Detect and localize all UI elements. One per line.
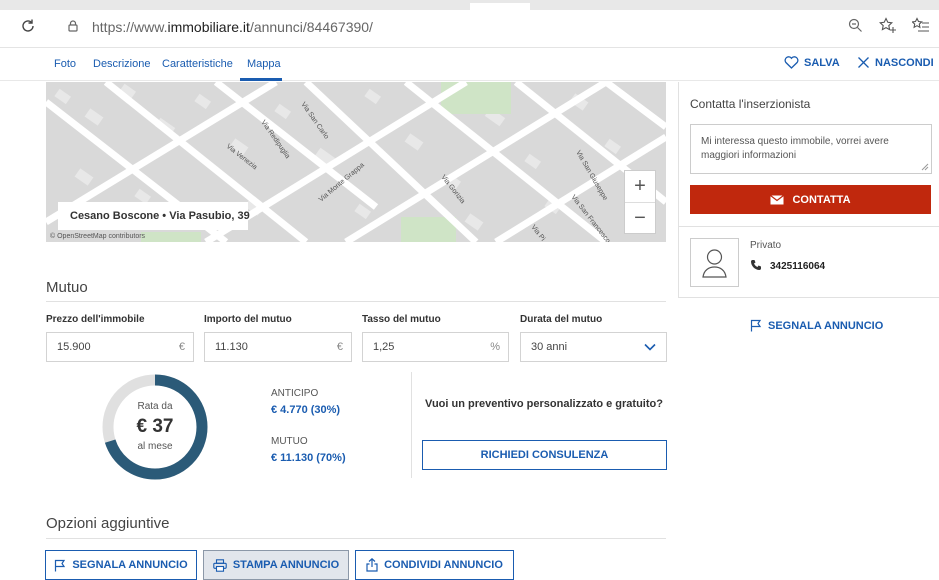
condividi-annuncio-button[interactable]: CONDIVIDI ANNUNCIO xyxy=(355,550,514,580)
mutuo-title: Mutuo xyxy=(46,279,88,296)
nascondi-label: NASCONDI xyxy=(875,56,934,69)
advertiser-role: Privato xyxy=(750,240,782,251)
richiedi-consulenza-button[interactable]: RICHIEDI CONSULENZA xyxy=(422,440,667,470)
contact-divider xyxy=(678,226,939,227)
tab-descrizione[interactable]: Descrizione xyxy=(93,58,150,70)
zoom-in-button[interactable]: + xyxy=(625,171,655,203)
resize-handle-icon xyxy=(921,163,929,171)
message-textarea[interactable]: Mi interessa questo immobile, vorrei ave… xyxy=(690,124,932,174)
prezzo-unit: € xyxy=(178,341,185,353)
tasso-unit: % xyxy=(490,341,500,353)
durata-value: 30 anni xyxy=(531,341,568,353)
share-icon xyxy=(366,558,378,572)
printer-icon xyxy=(213,558,227,572)
importo-unit: € xyxy=(336,341,343,353)
importo-label: Importo del mutuo xyxy=(204,314,292,325)
nascondi-button[interactable]: NASCONDI xyxy=(857,56,934,69)
browser-tab-strip xyxy=(0,0,939,10)
zoom-out-button[interactable]: − xyxy=(625,203,655,234)
prezzo-label: Prezzo dell'immobile xyxy=(46,314,145,325)
favorite-star-icon[interactable] xyxy=(879,17,897,34)
user-icon xyxy=(702,249,727,278)
segnala-annuncio-link[interactable]: SEGNALA ANNUNCIO xyxy=(750,319,883,332)
tab-caratteristiche[interactable]: Caratteristiche xyxy=(162,58,233,70)
segnala-label: SEGNALA ANNUNCIO xyxy=(768,319,884,332)
heart-icon xyxy=(784,56,799,69)
segnala-button-label: SEGNALA ANNUNCIO xyxy=(72,559,188,571)
url-text[interactable]: https://www.immobiliare.it/annunci/84467… xyxy=(92,19,373,35)
anticipo-label: ANTICIPO xyxy=(271,388,319,399)
contatta-button[interactable]: CONTATTA xyxy=(690,185,931,214)
tasso-value: 1,25 xyxy=(373,341,395,353)
contatta-label: CONTATTA xyxy=(792,193,851,206)
envelope-icon xyxy=(770,194,785,204)
opzioni-title: Opzioni aggiuntive xyxy=(46,515,170,532)
tasso-input[interactable]: 1,25 % xyxy=(362,332,509,362)
contact-title: Contatta l'inserzionista xyxy=(690,97,811,111)
condividi-button-label: CONDIVIDI ANNUNCIO xyxy=(384,559,503,571)
favorites-list-icon[interactable] xyxy=(912,17,930,34)
tab-foto[interactable]: Foto xyxy=(54,58,76,70)
mutuo-vertical-divider xyxy=(411,372,412,478)
nav-divider xyxy=(0,80,939,81)
opzioni-divider xyxy=(46,538,666,539)
flag-icon xyxy=(55,559,66,571)
phone-number[interactable]: 3425116064 xyxy=(770,261,825,272)
message-text: Mi interessa questo immobile, vorrei ave… xyxy=(701,136,889,161)
lock-icon[interactable] xyxy=(66,19,80,33)
chevron-down-icon xyxy=(644,343,656,351)
tasso-label: Tasso del mutuo xyxy=(362,314,441,325)
stampa-button-label: STAMPA ANNUNCIO xyxy=(232,559,340,571)
salva-label: SALVA xyxy=(804,56,840,69)
rata-value: € 37 xyxy=(136,416,174,437)
rata-label: Rata da xyxy=(137,401,173,412)
salva-button[interactable]: SALVA xyxy=(784,56,840,69)
reload-icon[interactable] xyxy=(20,18,36,34)
stampa-annuncio-button[interactable]: STAMPA ANNUNCIO xyxy=(203,550,349,580)
durata-select[interactable]: 30 anni xyxy=(520,332,667,362)
durata-label: Durata del mutuo xyxy=(520,314,603,325)
rata-unit: al mese xyxy=(137,441,173,452)
mutuo-divider xyxy=(46,301,666,302)
zoom-magnifier-icon[interactable] xyxy=(848,18,863,33)
phone-icon xyxy=(750,259,762,271)
avatar xyxy=(690,238,739,287)
map-zoom-control: + − xyxy=(624,170,656,234)
preventivo-text: Vuoi un preventivo personalizzato e grat… xyxy=(425,398,663,410)
segnala-annuncio-button[interactable]: SEGNALA ANNUNCIO xyxy=(45,550,197,580)
importo-value: 11.130 xyxy=(215,341,248,353)
map-attribution: © OpenStreetMap contributors xyxy=(50,233,146,240)
anticipo-value: € 4.770 (30%) xyxy=(271,404,341,416)
active-tab-indicator xyxy=(240,78,282,81)
close-icon xyxy=(858,57,869,68)
mutuo-amount-value: € 11.130 (70%) xyxy=(271,452,346,464)
mutuo-amount-label: MUTUO xyxy=(271,436,308,447)
prezzo-input[interactable]: 15.900 € xyxy=(46,332,194,362)
map-location-card: Cesano Boscone • Via Pasubio, 39 xyxy=(58,202,250,230)
importo-input[interactable]: 11.130 € xyxy=(204,332,352,362)
tab-mappa[interactable]: Mappa xyxy=(247,58,281,70)
prezzo-value: 15.900 xyxy=(57,341,91,353)
flag-icon xyxy=(750,319,762,332)
